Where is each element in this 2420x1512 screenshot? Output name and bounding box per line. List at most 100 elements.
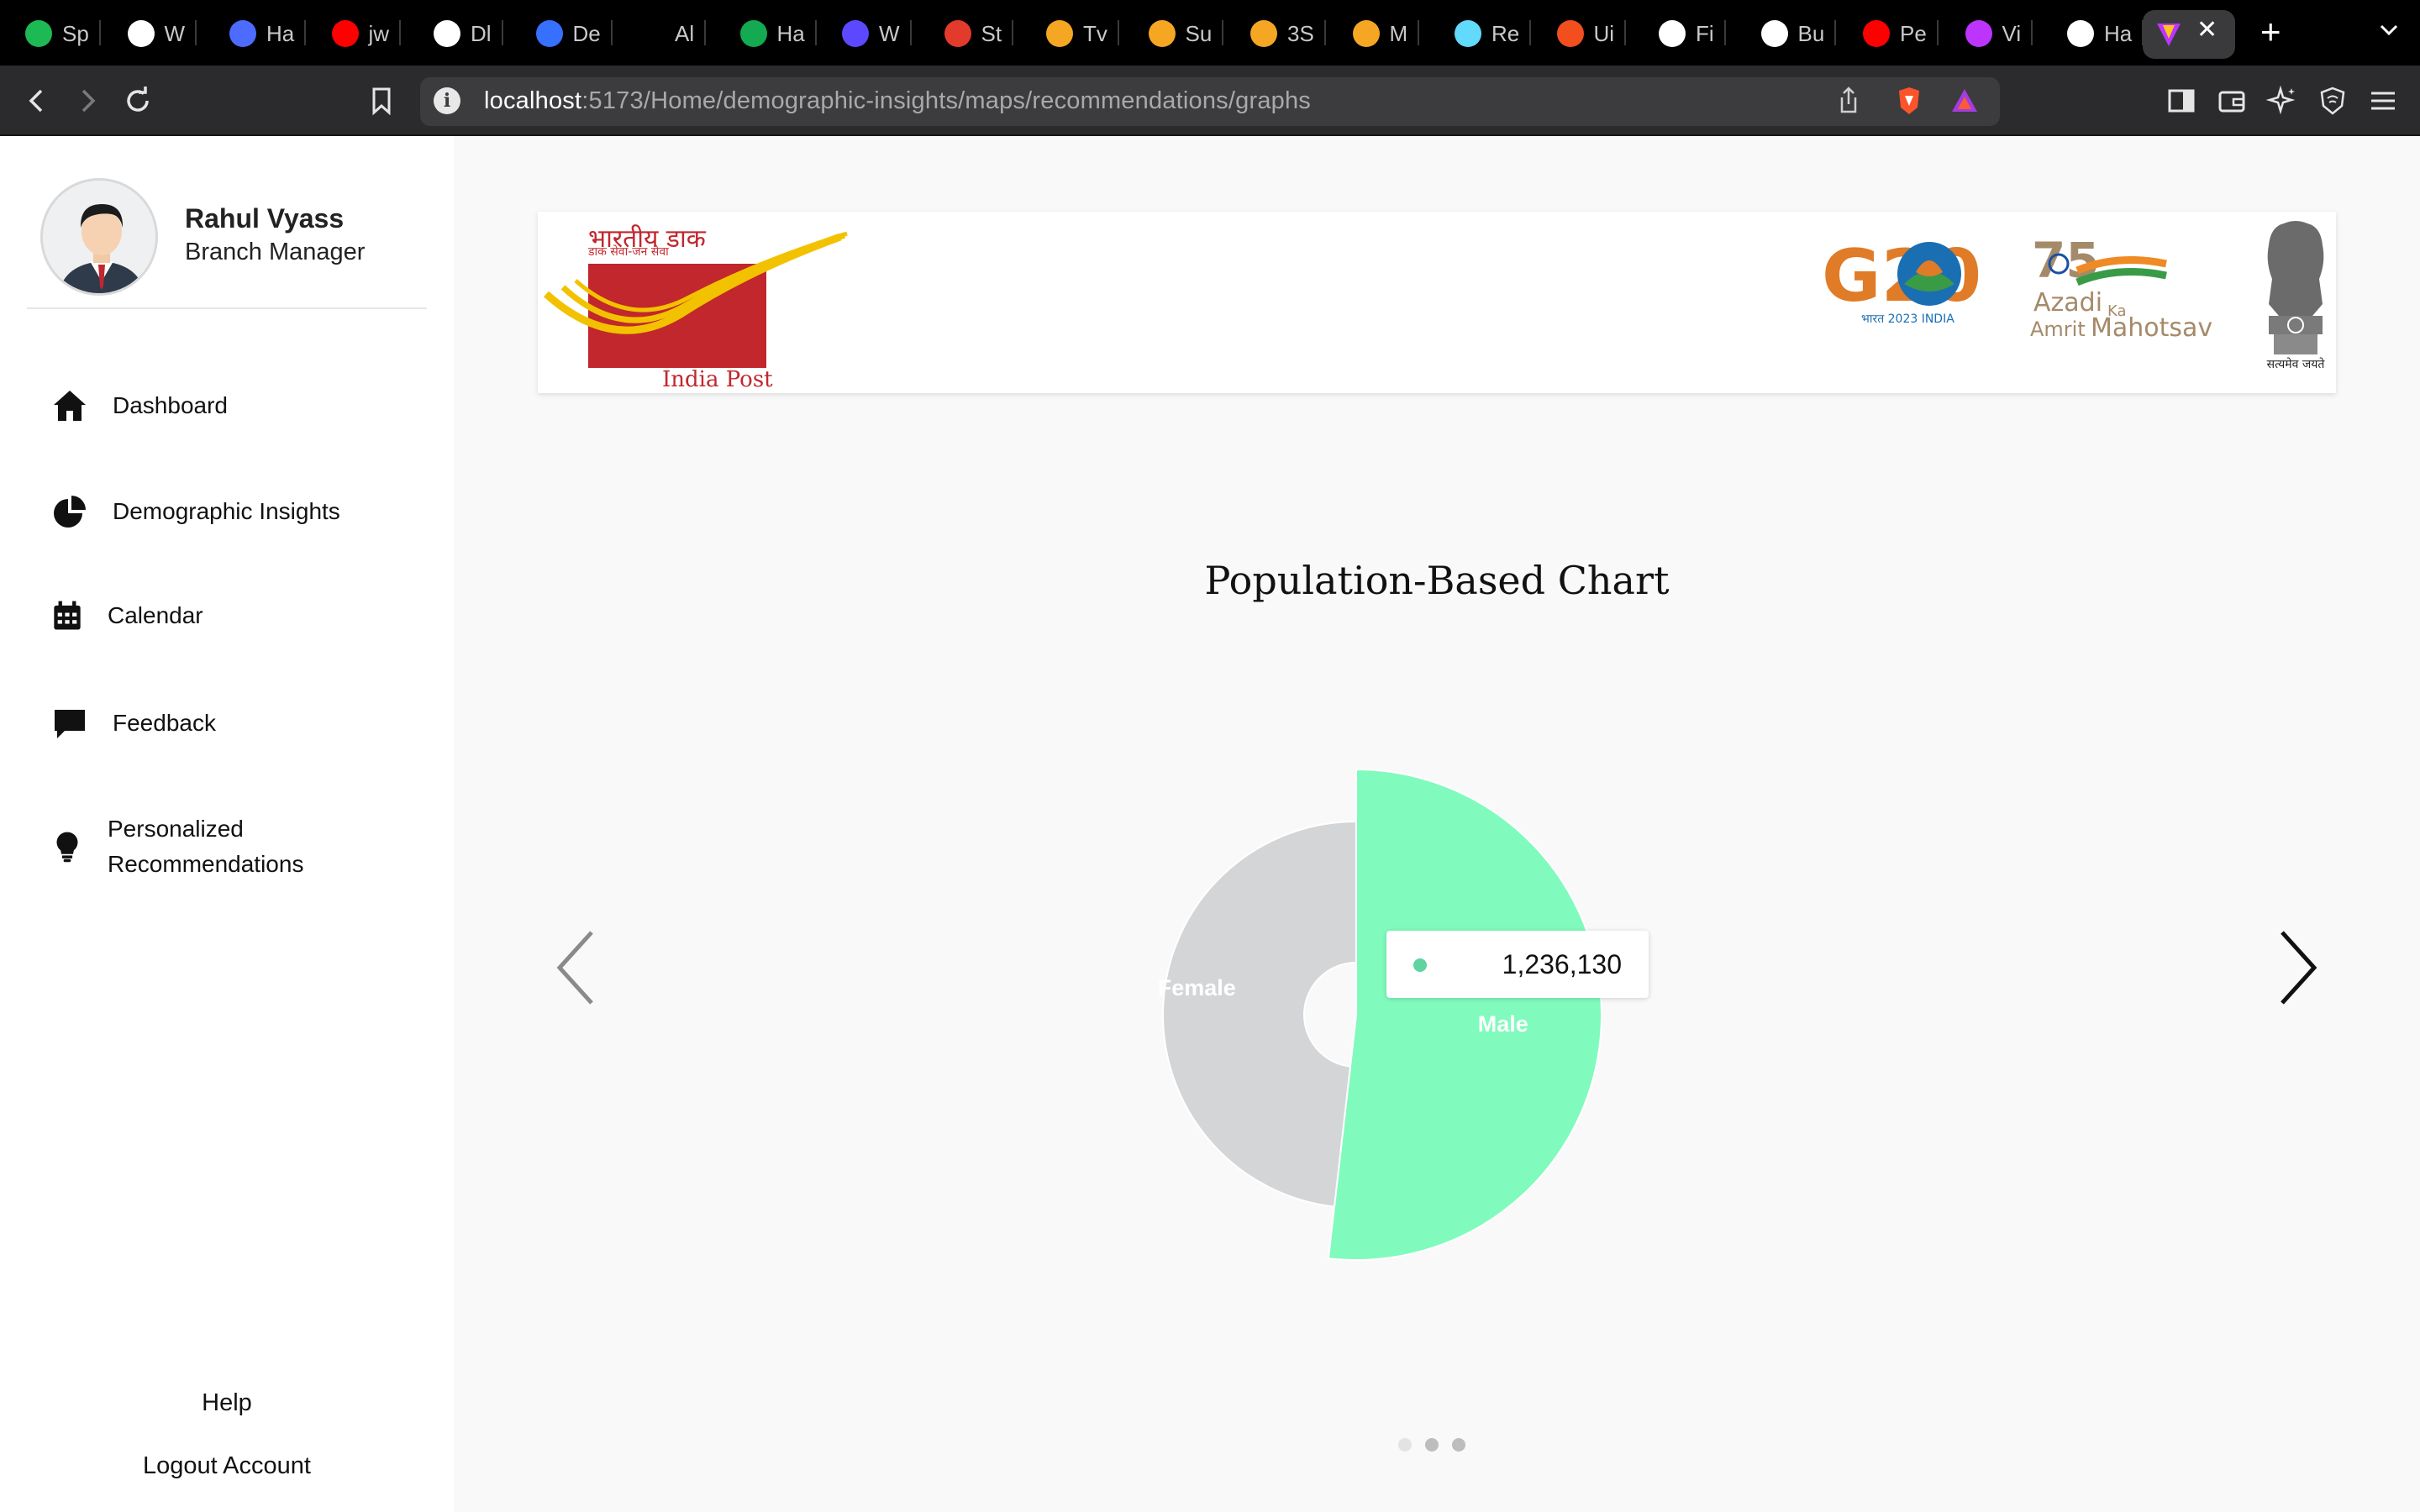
brave-shield-icon[interactable] <box>1892 84 1926 118</box>
india-post-label: India Post <box>662 367 773 392</box>
sidebar-toggle-icon[interactable] <box>2165 84 2198 118</box>
app-icon <box>229 20 256 47</box>
azadi-line2-b: Mahotsav <box>2091 313 2212 343</box>
youtube-icon <box>331 20 359 47</box>
pie-slice-female[interactable] <box>1162 820 1357 1208</box>
browser-tab[interactable]: Ha <box>229 15 307 52</box>
browser-tab[interactable]: De <box>535 15 613 52</box>
lightbulb-icon <box>56 832 78 863</box>
bookmark-icon[interactable] <box>365 84 398 118</box>
browser-tab[interactable]: M <box>1352 15 1420 52</box>
pie-chart-icon <box>54 496 86 528</box>
carousel-dot[interactable] <box>1398 1438 1412 1452</box>
browser-tab-label: Ha <box>266 20 295 46</box>
reload-icon[interactable] <box>121 84 155 118</box>
browser-tab-label: W <box>879 20 900 46</box>
carousel-dot[interactable] <box>1425 1438 1439 1452</box>
browser-tab[interactable]: W <box>127 15 197 52</box>
browser-tab[interactable]: Su <box>1148 15 1224 52</box>
user-name: Rahul Vyass <box>185 203 345 234</box>
tab-separator <box>1834 20 1837 45</box>
spotify-icon <box>25 20 52 47</box>
browser-tab[interactable]: Ha <box>739 15 817 52</box>
tuf-icon <box>944 20 971 47</box>
header-banner: भारतीय डाक डाक सेवा-जन सेवा India Post G… <box>538 212 2336 393</box>
browser-tab[interactable]: Re <box>1455 15 1532 52</box>
sidebar-item-dashboard[interactable]: Dashboard <box>50 386 228 425</box>
browser-tab[interactable]: St <box>944 15 1014 52</box>
wallet-icon[interactable] <box>2215 84 2249 118</box>
leo-ai-icon[interactable] <box>2265 84 2299 118</box>
browser-tab[interactable]: Ui <box>1556 15 1627 52</box>
browser-tab-label: Ha <box>2104 20 2133 46</box>
back-arrow-icon[interactable] <box>20 84 54 118</box>
india-post-tagline: डाक सेवा-जन सेवा <box>587 244 669 259</box>
carousel-pagination <box>1398 1438 1465 1452</box>
carousel-prev-arrow-icon[interactable] <box>551 926 602 1010</box>
sidebar-item-personalized-recommendations[interactable]: Personalized Recommendations <box>50 811 303 882</box>
vite-icon <box>1965 20 1992 47</box>
browser-tab-label: Dl <box>471 20 492 46</box>
tab-separator <box>1117 20 1119 45</box>
browser-tab-label: Re <box>1491 20 1520 46</box>
tab-separator <box>1624 20 1627 45</box>
bolt-icon <box>1760 20 1788 47</box>
carousel-dot[interactable] <box>1452 1438 1465 1452</box>
browser-tab-label: 3S <box>1287 20 1314 46</box>
tab-list-chevron-icon[interactable] <box>2378 18 2400 40</box>
sidebar-item-feedback[interactable]: Feedback <box>50 704 216 743</box>
browser-tab-label: Bu <box>1797 20 1825 46</box>
help-link[interactable]: Help <box>0 1389 454 1417</box>
browser-tab[interactable]: Sp <box>25 15 101 52</box>
codestudio-icon <box>1046 20 1073 47</box>
sidebar-item-demographic-insights[interactable]: Demographic Insights <box>50 492 340 531</box>
sidebar-item-label: Feedback <box>113 710 216 736</box>
tab-separator <box>98 20 101 45</box>
browser-tab[interactable]: Vi <box>1965 15 2033 52</box>
sidebar-item-label: Demographic Insights <box>113 498 340 524</box>
forward-arrow-icon[interactable] <box>71 84 104 118</box>
menu-hamburger-icon[interactable] <box>2366 84 2400 118</box>
vpn-shield-icon[interactable] <box>2316 84 2349 118</box>
site-info-icon[interactable]: i <box>434 87 460 114</box>
tooltip-dot <box>1413 958 1427 972</box>
tab-separator <box>814 20 817 45</box>
devfolio-icon <box>535 20 563 47</box>
logout-link[interactable]: Logout Account <box>0 1452 454 1480</box>
browser-tab[interactable]: Ha <box>2067 15 2144 52</box>
codestudio-icon <box>1148 20 1176 47</box>
browser-tab-label: Pe <box>1900 20 1927 46</box>
browser-tab-label: Sp <box>62 20 89 46</box>
chart-title: Population-Based Chart <box>1204 558 1670 603</box>
browser-tab[interactable]: 3S <box>1250 15 1326 52</box>
avatar[interactable] <box>40 178 158 296</box>
browser-tab[interactable]: Fi <box>1659 15 1726 52</box>
tab-separator <box>610 20 613 45</box>
chat-icon <box>55 710 85 738</box>
brave-rewards-icon[interactable] <box>1948 84 1981 118</box>
browser-tab-label: Fi <box>1696 20 1714 46</box>
tab-active[interactable] <box>2143 10 2235 59</box>
sidebar-item-calendar[interactable]: Calendar <box>50 598 203 633</box>
tab-separator <box>2031 20 2033 45</box>
share-icon[interactable] <box>1832 84 1865 118</box>
browser-tab-label: W <box>164 20 186 46</box>
pie-slice-male[interactable] <box>1327 768 1603 1261</box>
tab-separator <box>1012 20 1014 45</box>
vite-icon <box>2157 24 2181 46</box>
browser-tab[interactable]: W <box>842 15 912 52</box>
close-tab-icon[interactable]: ✕ <box>2196 15 2217 45</box>
browser-tab[interactable]: Bu <box>1760 15 1837 52</box>
browser-tab[interactable]: jw <box>331 15 402 52</box>
browser-tab[interactable]: Pe <box>1863 15 1939 52</box>
browser-tab[interactable]: Tv <box>1046 15 1119 52</box>
tab-separator <box>195 20 197 45</box>
user-avatar-icon <box>43 181 155 293</box>
url-text[interactable]: localhost:5173/Home/demographic-insights… <box>484 87 1311 115</box>
new-tab-button[interactable]: + <box>2260 12 2281 52</box>
g20-logo-icon: G20 भारत 2023 INDIA <box>1822 234 1981 326</box>
browser-tab[interactable]: Dl <box>434 15 503 52</box>
browser-tab[interactable]: Al <box>638 15 707 52</box>
carousel-next-arrow-icon[interactable] <box>2272 926 2323 1010</box>
emblem-motto: सत्यमेव जयते <box>2267 357 2326 371</box>
